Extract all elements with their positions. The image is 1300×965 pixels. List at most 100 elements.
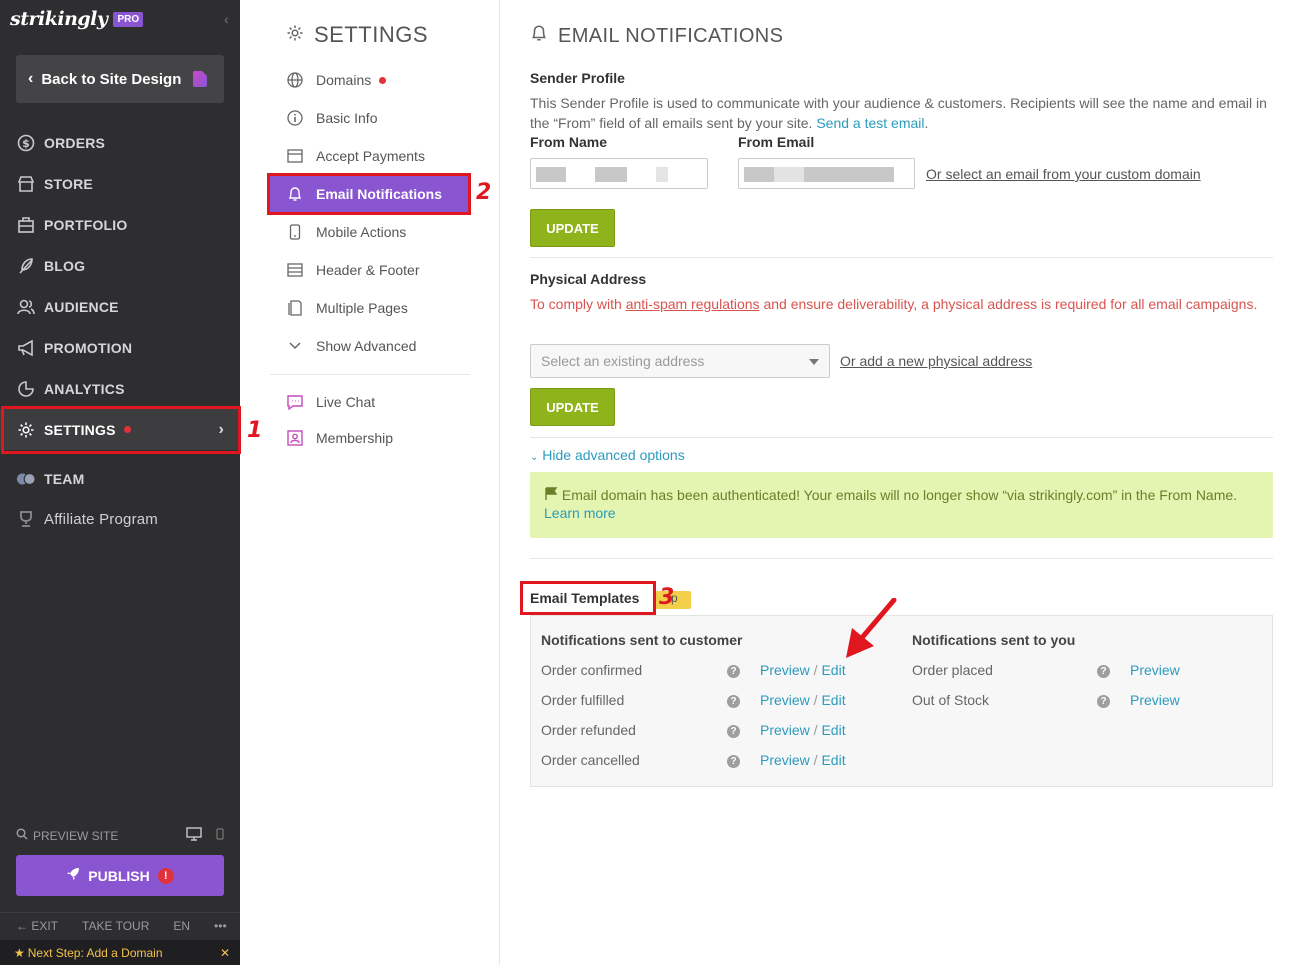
subnav-show-advanced[interactable]: Show Advanced <box>286 338 416 354</box>
subnav-basic-info-label: Basic Info <box>316 110 378 126</box>
main-nav: $ ORDERS STORE PORTFOLIO BLOG AUDIENCE P… <box>0 122 240 450</box>
annotation-box-settings <box>1 406 241 454</box>
help-icon[interactable]: ? <box>727 755 740 768</box>
preview-site-link[interactable]: PREVIEW SITE <box>33 829 118 843</box>
next-step-label: Next Step: Add a Domain <box>27 945 163 960</box>
next-step-banner[interactable]: ★ Next Step: Add a Domain ✕ <box>0 940 240 965</box>
physical-address-heading: Physical Address <box>530 271 647 287</box>
template-actions: Preview / Edit <box>760 752 846 768</box>
update-sender-button[interactable]: UPDATE <box>530 209 615 247</box>
nav-audience-label: AUDIENCE <box>44 298 119 315</box>
pages-icon <box>286 300 304 316</box>
back-to-site-design-button[interactable]: ‹ Back to Site Design <box>16 55 224 103</box>
preview-link[interactable]: Preview <box>1130 662 1180 678</box>
publish-button[interactable]: PUBLISH ! <box>16 855 224 896</box>
subnav-domains-label: Domains <box>316 72 372 88</box>
help-icon[interactable]: ? <box>727 725 740 738</box>
nav-audience[interactable]: AUDIENCE <box>0 286 240 327</box>
update-address-button[interactable]: UPDATE <box>530 388 615 426</box>
nav-analytics[interactable]: ANALYTICS <box>0 368 240 409</box>
preview-link[interactable]: Preview <box>1130 692 1180 708</box>
trophy-icon <box>16 509 36 529</box>
subnav-basic-info[interactable]: Basic Info <box>286 110 377 126</box>
search-icon <box>16 828 28 843</box>
desktop-icon[interactable] <box>186 827 202 844</box>
sidebar: strikingly PRO ‹ ‹ Back to Site Design $… <box>0 0 240 965</box>
help-icon[interactable]: ? <box>727 695 740 708</box>
edit-link[interactable]: Edit <box>821 752 845 768</box>
subnav-live-chat[interactable]: Live Chat <box>286 394 375 410</box>
subnav-header-footer[interactable]: Header & Footer <box>286 262 420 278</box>
svg-text:$: $ <box>22 137 30 150</box>
hide-advanced-options-toggle[interactable]: ⌄ Hide advanced options <box>530 445 685 468</box>
learn-more-link[interactable]: Learn more <box>544 505 616 521</box>
nav-affiliate-program[interactable]: Affiliate Program <box>0 499 240 539</box>
subnav-membership[interactable]: Membership <box>286 430 393 446</box>
divider <box>530 437 1273 438</box>
send-test-email-link[interactable]: Send a test email <box>816 115 924 131</box>
from-email-label: From Email <box>738 134 815 150</box>
custom-domain-email-link[interactable]: Or select an email from your custom doma… <box>926 164 1201 184</box>
preview-link[interactable]: Preview <box>760 692 810 708</box>
close-icon[interactable]: ✕ <box>220 946 230 960</box>
annotation-box-email-notifications <box>267 173 471 215</box>
nav-blog[interactable]: BLOG <box>0 245 240 286</box>
language-selector[interactable]: EN <box>173 919 190 933</box>
take-tour-link[interactable]: TAKE TOUR <box>82 919 149 933</box>
preview-link[interactable]: Preview <box>760 752 810 768</box>
from-email-input[interactable] <box>738 158 915 189</box>
subnav-domains[interactable]: Domains <box>286 72 387 88</box>
help-icon[interactable]: ? <box>727 665 740 678</box>
edit-link[interactable]: Edit <box>821 692 845 708</box>
nav-affiliate-label: Affiliate Program <box>44 510 159 528</box>
settings-title-text: SETTINGS <box>314 22 429 47</box>
chat-icon <box>286 394 304 410</box>
nav-portfolio-label: PORTFOLIO <box>44 216 128 233</box>
nav-orders[interactable]: $ ORDERS <box>0 122 240 163</box>
phone-icon <box>286 224 304 240</box>
address-select[interactable]: Select an existing address <box>530 344 830 378</box>
from-name-input[interactable] <box>530 158 708 189</box>
nav-promotion-label: PROMOTION <box>44 339 133 356</box>
more-menu-icon[interactable]: ••• <box>214 919 227 933</box>
subnav-divider <box>270 374 470 375</box>
anti-spam-link[interactable]: anti-spam regulations <box>626 296 760 312</box>
subnav-mobile-actions[interactable]: Mobile Actions <box>286 224 406 240</box>
nav-promotion[interactable]: PROMOTION <box>0 327 240 368</box>
chevron-left-icon: ‹ <box>28 70 34 87</box>
help-icon[interactable]: ? <box>1097 665 1110 678</box>
from-name-label: From Name <box>530 134 608 150</box>
dollar-icon: $ <box>16 133 36 153</box>
page-icon <box>193 71 208 87</box>
mobile-icon[interactable] <box>216 828 224 843</box>
subnav-accept-payments[interactable]: Accept Payments <box>286 148 425 164</box>
strikingly-logo[interactable]: strikingly PRO <box>10 8 144 30</box>
annotation-number-1: 1 <box>247 418 263 443</box>
nav-team[interactable]: TEAM <box>0 459 240 499</box>
notification-dot <box>379 76 387 84</box>
preview-link[interactable]: Preview <box>760 722 810 738</box>
page-title-text: EMAIL NOTIFICATIONS <box>558 24 784 47</box>
subnav-header-footer-label: Header & Footer <box>316 262 420 278</box>
feather-icon <box>16 256 36 276</box>
bell-icon <box>530 24 548 48</box>
template-label: Order cancelled <box>541 752 640 768</box>
template-actions: Preview / Edit <box>760 662 846 678</box>
nav-store-label: STORE <box>44 175 93 192</box>
globe-icon <box>286 72 304 88</box>
nav-portfolio[interactable]: PORTFOLIO <box>0 204 240 245</box>
subnav-live-chat-label: Live Chat <box>316 394 376 410</box>
nav-store[interactable]: STORE <box>0 163 240 204</box>
preview-link[interactable]: Preview <box>760 662 810 678</box>
page-title: EMAIL NOTIFICATIONS <box>530 24 783 48</box>
edit-link[interactable]: Edit <box>821 662 845 678</box>
users-icon <box>16 297 36 317</box>
subnav-multiple-pages[interactable]: Multiple Pages <box>286 300 408 316</box>
help-icon[interactable]: ? <box>1097 695 1110 708</box>
exit-link[interactable]: ← EXIT <box>16 919 58 933</box>
redacted-block <box>595 167 627 182</box>
collapse-sidebar-icon[interactable]: ‹ <box>224 11 229 27</box>
edit-link[interactable]: Edit <box>821 722 845 738</box>
add-physical-address-link[interactable]: Or add a new physical address <box>840 351 1032 371</box>
subnav-mobile-actions-label: Mobile Actions <box>316 224 407 240</box>
